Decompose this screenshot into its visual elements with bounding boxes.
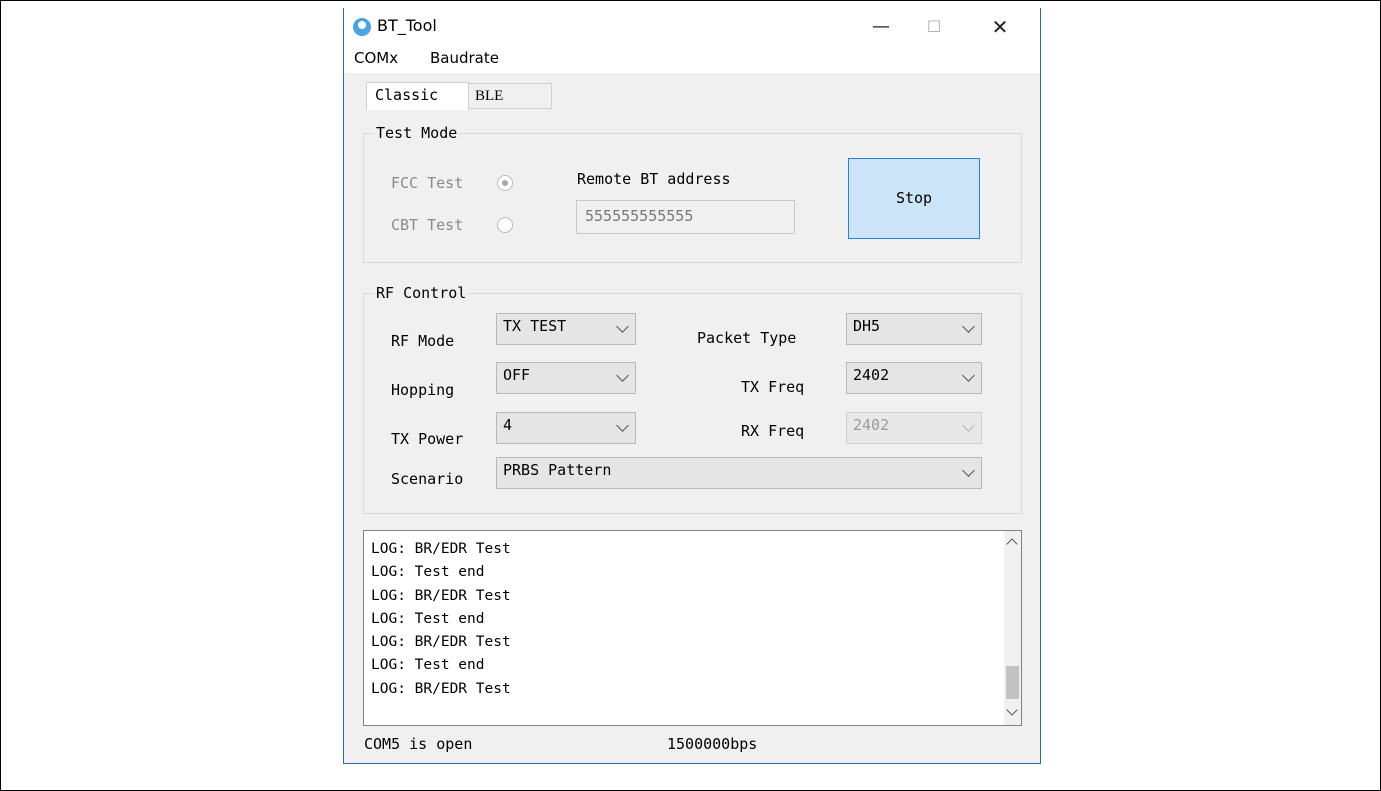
cbt-test-radio[interactable]: [497, 217, 513, 233]
log-line: LOG: Test end: [371, 657, 485, 674]
status-port: COM5 is open: [364, 735, 473, 753]
scenario-label: Scenario: [391, 470, 464, 488]
scroll-down-icon[interactable]: [1006, 704, 1018, 716]
chevron-down-icon: [962, 320, 975, 333]
chevron-down-icon: [616, 320, 629, 333]
chevron-down-icon: [962, 464, 975, 477]
packet-type-label: Packet Type: [697, 329, 797, 347]
tx-freq-select[interactable]: 2402: [846, 362, 982, 394]
rf-mode-value: TX TEST: [503, 317, 567, 335]
chevron-down-icon: [616, 369, 629, 382]
chevron-down-icon: [616, 419, 629, 432]
tx-power-select[interactable]: 4: [496, 412, 636, 444]
menu-bar: COMx Baudrate: [344, 45, 1040, 74]
hopping-value: OFF: [503, 366, 531, 384]
test-mode-title: Test Mode: [374, 124, 460, 142]
packet-type-select[interactable]: DH5: [846, 313, 982, 345]
packet-type-value: DH5: [853, 317, 881, 335]
stop-button[interactable]: Stop: [848, 158, 980, 239]
close-button[interactable]: ✕: [977, 12, 1023, 42]
log-line: LOG: BR/EDR Test: [371, 587, 511, 604]
remote-bt-address-label: Remote BT address: [577, 170, 731, 188]
log-line: LOG: BR/EDR Test: [371, 634, 511, 651]
rx-freq-label: RX Freq: [741, 422, 805, 440]
rf-control-group: RF Control RF Mode TX TEST Packet Type D…: [363, 284, 1022, 514]
tx-freq-value: 2402: [853, 366, 890, 384]
menu-baudrate[interactable]: Baudrate: [430, 49, 499, 67]
window-title: BT_Tool: [377, 16, 437, 35]
title-bar[interactable]: BT_Tool — ☐ ✕: [344, 8, 1040, 45]
menu-comx[interactable]: COMx: [354, 49, 398, 67]
scroll-thumb[interactable]: [1006, 666, 1019, 699]
cbt-test-label: CBT Test: [391, 216, 464, 234]
scenario-select[interactable]: PRBS Pattern: [496, 457, 982, 489]
minimize-button[interactable]: —: [858, 12, 904, 42]
remote-bt-address-input[interactable]: 555555555555: [576, 200, 795, 234]
tx-freq-label: TX Freq: [741, 378, 805, 396]
log-textbox[interactable]: LOG: BR/EDR Test LOG: Test end LOG: BR/E…: [363, 530, 1022, 726]
rf-mode-select[interactable]: TX TEST: [496, 313, 636, 345]
bt-tool-window: BT_Tool — ☐ ✕ COMx Baudrate Classic BLE …: [343, 8, 1041, 764]
rf-control-title: RF Control: [374, 284, 469, 302]
tx-power-value: 4: [503, 416, 513, 434]
chevron-down-icon: [962, 419, 975, 432]
scroll-up-icon[interactable]: [1006, 538, 1018, 550]
log-line: LOG: BR/EDR Test: [371, 541, 511, 557]
fcc-test-label: FCC Test: [391, 174, 464, 192]
hopping-select[interactable]: OFF: [496, 362, 636, 394]
tab-classic[interactable]: Classic: [366, 82, 469, 110]
rf-mode-label: RF Mode: [391, 332, 455, 350]
tx-power-label: TX Power: [391, 430, 464, 448]
status-baud: 1500000bps: [667, 735, 758, 753]
tab-ble[interactable]: BLE: [468, 83, 552, 109]
rx-freq-value: 2402: [853, 416, 890, 434]
chevron-down-icon: [962, 369, 975, 382]
maximize-button[interactable]: ☐: [911, 12, 957, 42]
hopping-label: Hopping: [391, 381, 455, 399]
log-lines: LOG: BR/EDR Test LOG: Test end LOG: BR/E…: [371, 538, 511, 701]
log-line: LOG: BR/EDR Test: [371, 680, 511, 697]
log-scrollbar[interactable]: [1004, 531, 1021, 725]
scenario-value: PRBS Pattern: [503, 461, 612, 479]
test-mode-group: Test Mode FCC Test CBT Test Remote BT ad…: [363, 124, 1022, 263]
log-line: LOG: Test end: [371, 610, 485, 627]
app-icon: [353, 18, 371, 36]
log-line: LOG: Test end: [371, 564, 485, 581]
rx-freq-select[interactable]: 2402: [846, 412, 982, 444]
fcc-test-radio[interactable]: [497, 175, 513, 191]
